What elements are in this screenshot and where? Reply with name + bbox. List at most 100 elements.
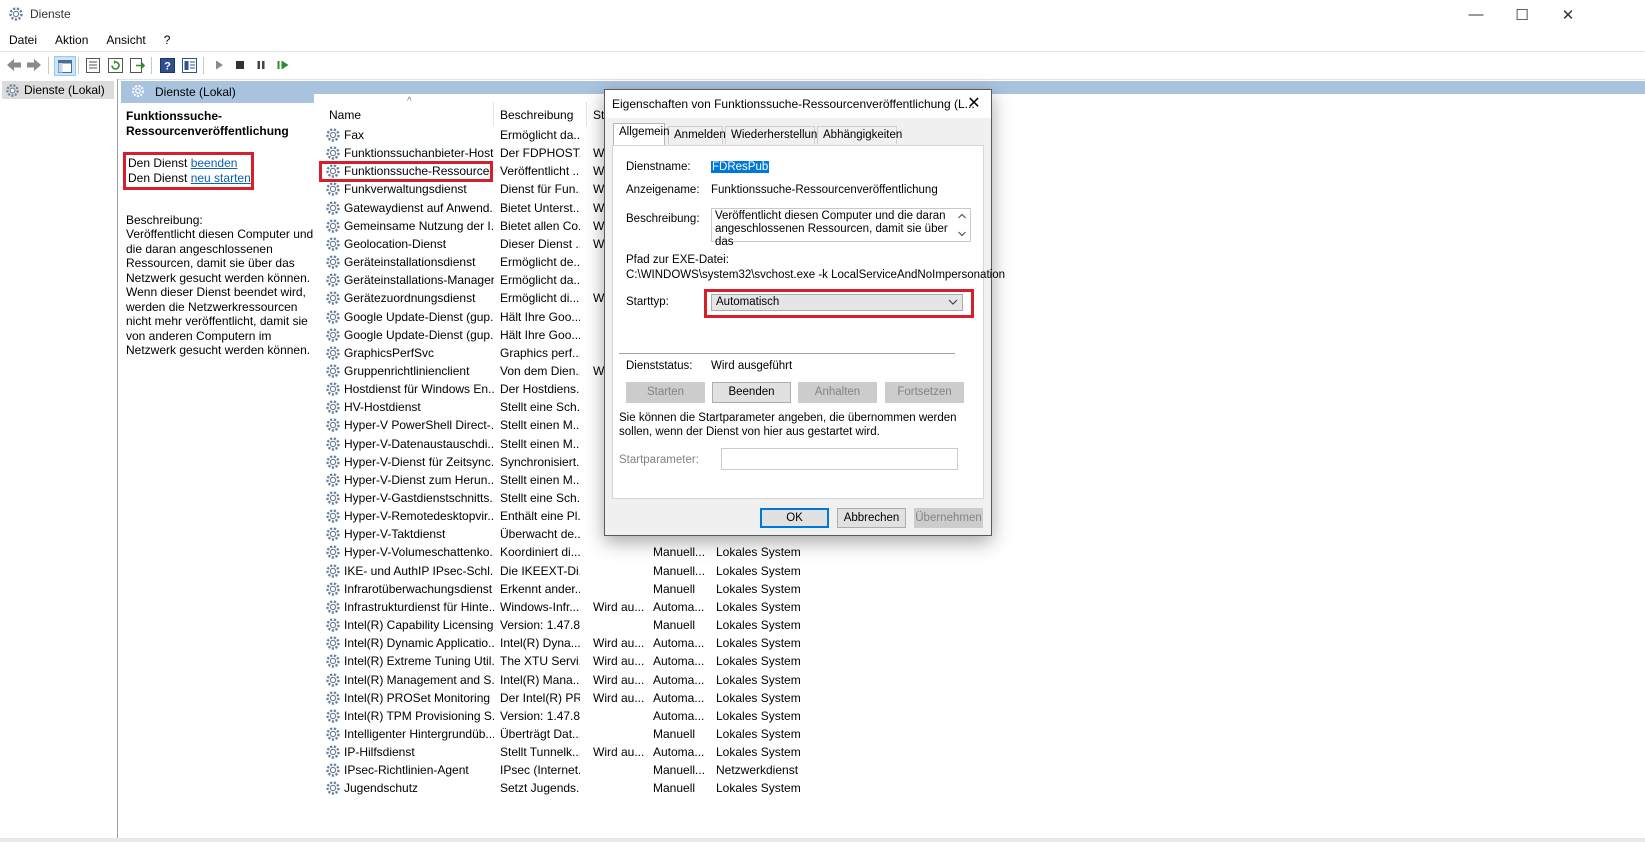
service-name-cell: Jugendschutz — [344, 781, 419, 796]
service-logon-cell: Lokales System — [716, 781, 801, 796]
table-row[interactable]: Intelligenter Hintergrundüb... Überträgt … — [324, 725, 1324, 743]
service-starttype-cell: Manuell... — [653, 545, 706, 560]
table-row[interactable]: IPsec-Richtlinien-Agent IPsec (Internet..… — [324, 761, 1324, 779]
display-name-value[interactable]: Funktionssuche-Ressourcenveröffentlichun… — [711, 184, 938, 196]
service-gear-icon — [325, 236, 341, 252]
service-gear-icon — [325, 345, 341, 361]
start-button[interactable]: Starten — [626, 382, 705, 403]
help-icon[interactable]: ? — [158, 56, 176, 74]
export-list-icon[interactable] — [128, 56, 146, 74]
tab-panel-allgemein: Dienstname: FDResPub Anzeigename: Funkti… — [612, 145, 1005, 499]
table-row[interactable]: Intel(R) Capability Licensing... Version:… — [324, 616, 1324, 634]
service-logon-cell: Lokales System — [716, 545, 801, 560]
service-gear-icon — [325, 762, 341, 778]
service-name-value[interactable]: FDResPub — [711, 161, 770, 173]
console-tree-icon[interactable] — [54, 56, 76, 76]
ok-button[interactable]: OK — [760, 508, 829, 528]
service-logon-cell: Netzwerkdienst — [716, 763, 799, 778]
refresh-icon[interactable] — [106, 56, 124, 74]
service-description-cell: Setzt Jugends... — [500, 781, 580, 796]
service-name-cell: Hyper-V-Dienst zum Herun... — [344, 472, 494, 487]
action-stop-prefix: Den Dienst — [128, 156, 191, 170]
service-description-cell: Veröffentlicht ... — [500, 164, 580, 179]
service-description-cell: Bietet allen Co... — [500, 218, 580, 233]
description-label: Beschreibung: — [126, 213, 203, 227]
column-divider[interactable] — [493, 102, 494, 126]
service-name-label: Dienstname: — [626, 161, 691, 173]
service-logon-cell: Lokales System — [716, 672, 801, 687]
menu-ansicht[interactable]: Ansicht — [97, 31, 154, 51]
table-row[interactable]: IKE- und AuthIP IPsec-Schl... Die IKEEXT-… — [324, 562, 1324, 580]
tab-abhaengigkeiten[interactable]: Abhängigkeiten — [817, 126, 902, 144]
service-status-cell: Wird au... — [593, 672, 645, 687]
dialog-close-button[interactable]: ✕ — [962, 93, 986, 113]
forward-arrow-icon[interactable] — [25, 56, 43, 74]
description-scrollbar[interactable] — [955, 209, 969, 241]
action-restart-prefix: Den Dienst — [128, 171, 191, 185]
service-name-cell: Infrastrukturdienst für Hinte... — [344, 599, 494, 614]
menu-datei[interactable]: Datei — [0, 31, 46, 51]
menu-help[interactable]: ? — [155, 31, 180, 51]
menu-aktion[interactable]: Aktion — [46, 31, 97, 51]
close-window-button[interactable]: ✕ — [1545, 0, 1591, 29]
cancel-button[interactable]: Abbrechen — [837, 508, 906, 528]
table-row[interactable]: Intel(R) Dynamic Applicatio... Intel(R) D… — [324, 634, 1324, 652]
stop-service-link[interactable]: beenden — [191, 156, 238, 170]
service-gear-icon — [325, 436, 341, 452]
table-row[interactable]: Intel(R) TPM Provisioning S... Version: 1… — [324, 707, 1324, 725]
service-gear-icon — [325, 381, 341, 397]
window-title: Dienste — [30, 7, 71, 21]
service-description-cell: Stellt einen M... — [500, 418, 580, 433]
service-gear-icon — [325, 145, 341, 161]
resume-service-icon[interactable] — [274, 56, 292, 74]
stop-button[interactable]: Beenden — [712, 382, 791, 403]
column-divider[interactable] — [586, 102, 587, 126]
table-row[interactable]: IP-Hilfsdienst Stellt Tunnelk... Wird au..… — [324, 743, 1324, 761]
service-description-cell: Der FDPHOST... — [500, 146, 580, 161]
pause-button[interactable]: Anhalten — [798, 382, 877, 403]
tree-item-dienste-lokal[interactable]: Dienste (Lokal) — [2, 81, 114, 99]
table-row[interactable]: Intel(R) Extreme Tuning Util... The XTU S… — [324, 652, 1324, 670]
start-service-icon[interactable] — [210, 56, 228, 74]
table-row[interactable]: Intel(R) PROSet Monitoring ... Der Intel(… — [324, 689, 1324, 707]
service-name-cell: HV-Hostdienst — [344, 400, 421, 415]
snap-in-icon[interactable] — [180, 56, 198, 74]
table-row[interactable]: Hyper-V-Volumeschattenko... Koordiniert d… — [324, 543, 1324, 561]
tab-allgemein[interactable]: Allgemein — [613, 123, 670, 145]
restart-service-link[interactable]: neu starten — [191, 171, 251, 185]
description-field[interactable]: Veröffentlicht diesen Computer und die d… — [711, 208, 971, 248]
stop-service-icon[interactable] — [231, 56, 249, 74]
back-arrow-icon[interactable] — [5, 56, 23, 74]
service-description-cell: Hält Ihre Goo... — [500, 309, 580, 324]
table-row[interactable]: Infrarotüberwachungsdienst Erkennt ander.… — [324, 580, 1324, 598]
service-name-cell: Intel(R) TPM Provisioning S... — [344, 708, 494, 723]
tab-wiederherstellung[interactable]: Wiederherstellung — [725, 126, 824, 144]
table-row[interactable]: Intel(R) Management and S... Intel(R) Man… — [324, 671, 1324, 689]
maximize-button[interactable]: ☐ — [1499, 0, 1545, 29]
service-description-cell: Hält Ihre Goo... — [500, 327, 580, 342]
horizontal-scrollbar[interactable] — [0, 838, 1645, 842]
service-status-cell: Wird au... — [593, 745, 645, 760]
service-description-cell: Intel(R) Mana... — [500, 672, 580, 687]
service-gear-icon — [325, 581, 341, 597]
service-gear-icon — [325, 617, 341, 633]
column-header-name[interactable]: Name — [329, 108, 361, 122]
service-status-cell: Wird au... — [593, 599, 645, 614]
column-header-description[interactable]: Beschreibung — [500, 108, 573, 122]
resume-button[interactable]: Fortsetzen — [885, 382, 964, 403]
pause-service-icon[interactable] — [252, 56, 270, 74]
service-starttype-cell: Automa... — [653, 745, 705, 760]
start-type-select[interactable]: Automatisch — [711, 294, 963, 311]
service-logon-cell: Lokales System — [716, 581, 801, 596]
service-logon-cell: Lokales System — [716, 599, 801, 614]
column-header-status[interactable]: St — [593, 108, 604, 122]
table-row[interactable]: Jugendschutz Setzt Jugends... Manuell Lokal… — [324, 779, 1324, 797]
start-params-input[interactable] — [721, 448, 958, 470]
service-status-cell: Wird au... — [593, 654, 645, 669]
properties-icon[interactable] — [84, 56, 102, 74]
table-row[interactable]: Infrastrukturdienst für Hinte... Windows-… — [324, 598, 1324, 616]
apply-button[interactable]: Übernehmen — [914, 508, 983, 528]
minimize-button[interactable]: — — [1453, 0, 1499, 29]
tab-anmelden[interactable]: Anmelden — [668, 126, 726, 144]
toolbar-separator — [78, 57, 79, 74]
